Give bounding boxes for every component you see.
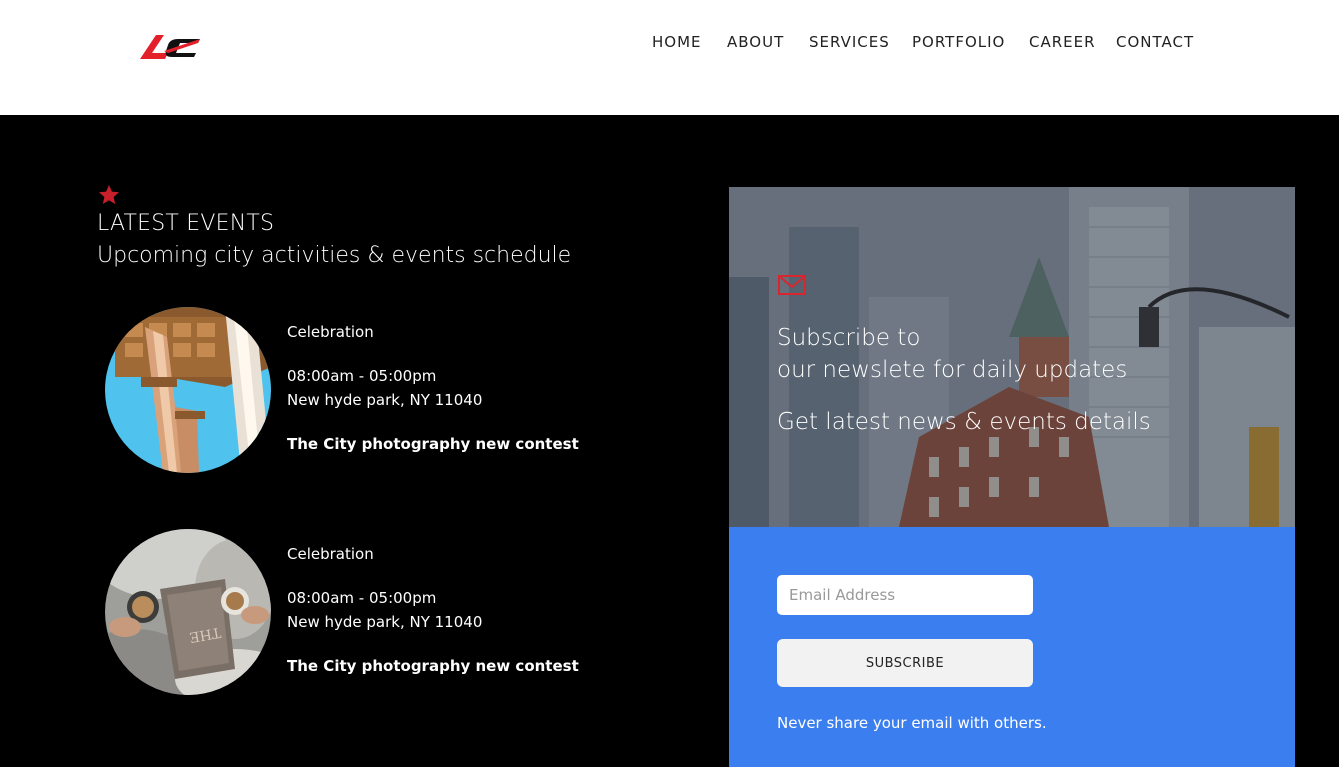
subscribe-button[interactable]: SUBSCRIBE <box>777 639 1033 687</box>
newsletter-heading-line1: Subscribe to <box>777 325 921 351</box>
nav-about[interactable]: ABOUT <box>727 33 784 51</box>
event-location: New hyde park, NY 11040 <box>287 391 483 409</box>
site-header: HOME ABOUT SERVICES PORTFOLIO CAREER CON… <box>0 0 1339 115</box>
nav-portfolio[interactable]: PORTFOLIO <box>912 33 1005 51</box>
event-category: Celebration <box>287 545 374 563</box>
event-time: 08:00am - 05:00pm <box>287 367 437 385</box>
newsletter-tagline: Get latest news & events details <box>777 409 1151 435</box>
privacy-note: Never share your email with others. <box>777 714 1047 732</box>
section-subtitle: Upcoming city activities & events schedu… <box>97 243 572 268</box>
event-time: 08:00am - 05:00pm <box>287 589 437 607</box>
newsletter-heading-line2: our newslete for daily updates <box>777 357 1128 383</box>
nav-services[interactable]: SERVICES <box>809 33 890 51</box>
newsletter-form: SUBSCRIBE Never share your email with ot… <box>729 527 1295 767</box>
nav-home[interactable]: HOME <box>652 33 702 51</box>
event-image[interactable] <box>105 307 271 473</box>
event-title[interactable]: The City photography new contest <box>287 657 579 675</box>
nav-career[interactable]: CAREER <box>1029 33 1096 51</box>
star-icon <box>99 185 119 204</box>
event-card[interactable]: Celebration 08:00am - 05:00pm New hyde p… <box>105 307 579 477</box>
event-card[interactable]: THE Celebration 08:00am - 05:00pm New hy… <box>105 529 579 699</box>
event-category: Celebration <box>287 323 374 341</box>
event-location: New hyde park, NY 11040 <box>287 613 483 631</box>
newsletter-hero: Subscribe to our newslete for daily upda… <box>729 187 1295 527</box>
brand-logo[interactable] <box>138 31 202 61</box>
events-section: LATEST EVENTS Upcoming city activities &… <box>0 115 1339 767</box>
section-title: LATEST EVENTS <box>97 211 275 236</box>
nav-contact[interactable]: CONTACT <box>1116 33 1194 51</box>
event-title[interactable]: The City photography new contest <box>287 435 579 453</box>
email-input[interactable] <box>777 575 1033 615</box>
mail-icon <box>778 275 806 295</box>
event-image[interactable]: THE <box>105 529 271 695</box>
